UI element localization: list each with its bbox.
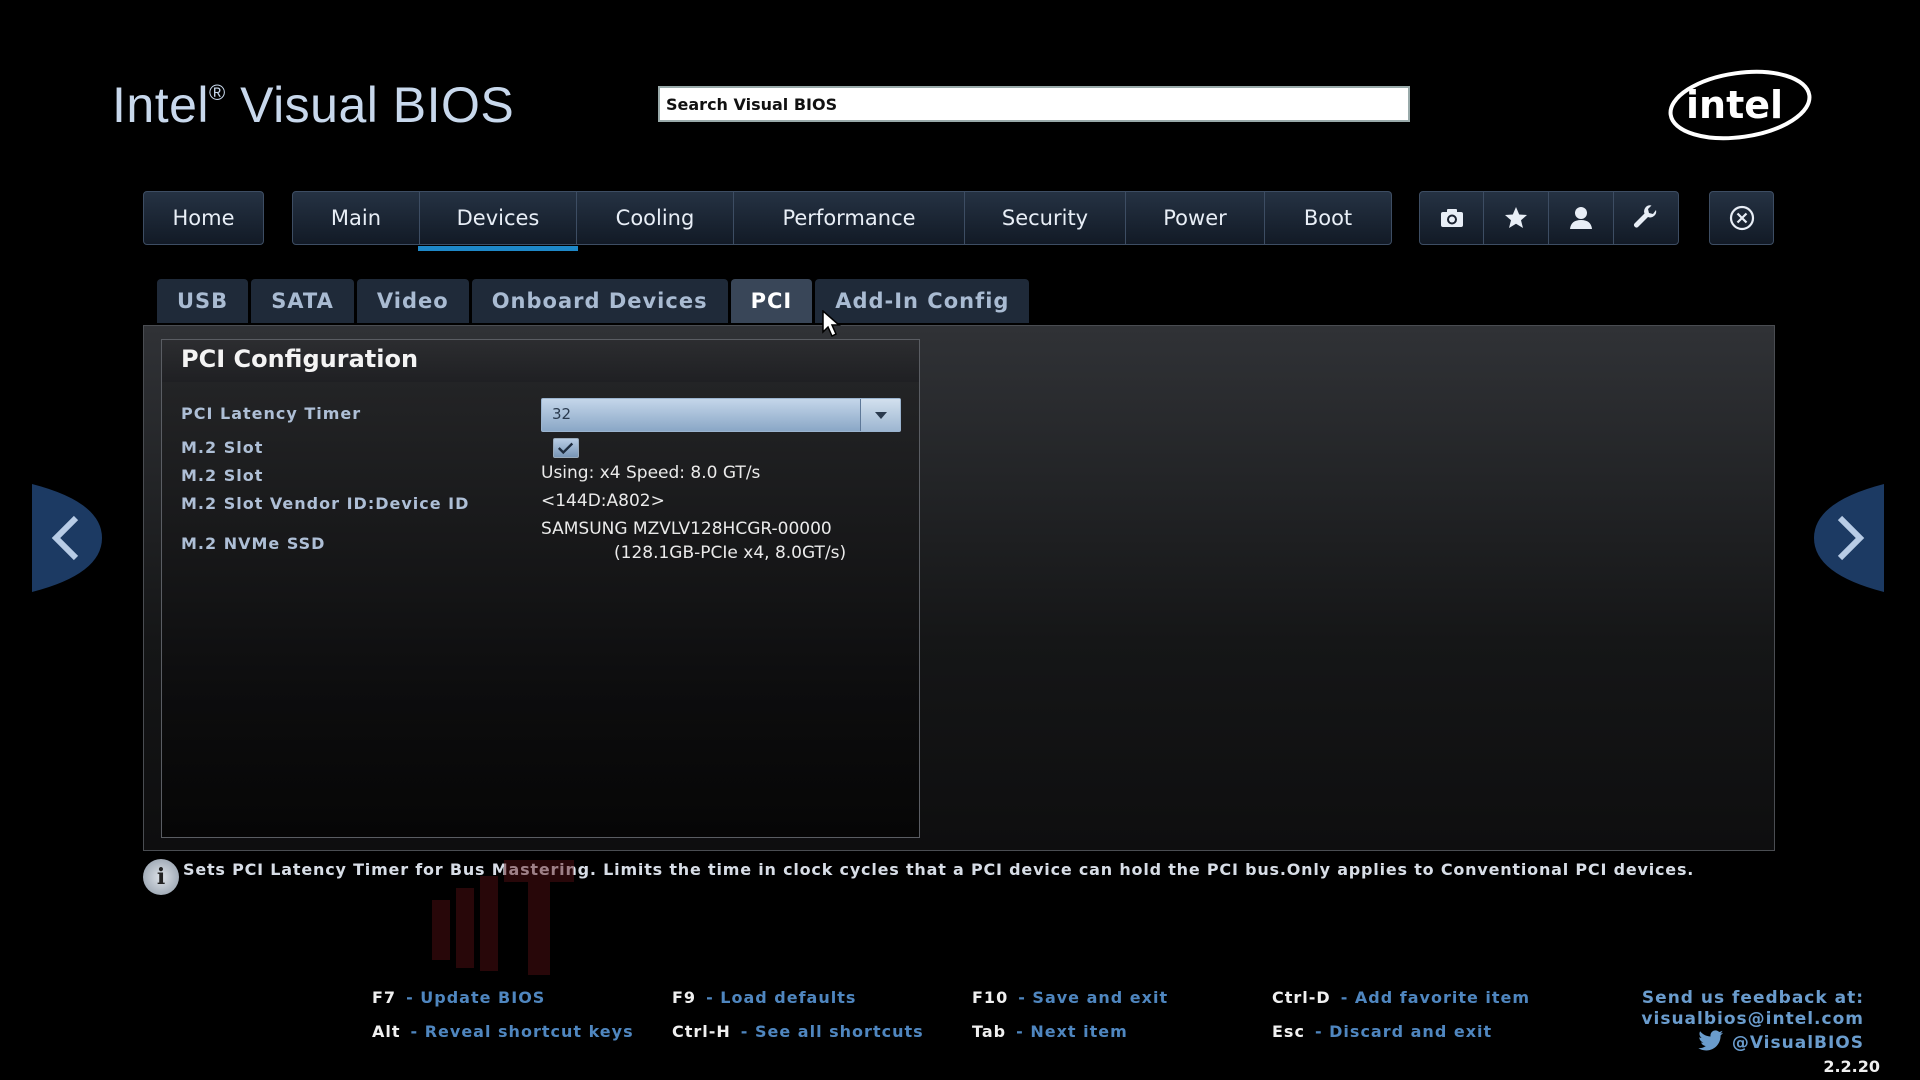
shortcut-desc: - Save and exit bbox=[1018, 988, 1169, 1007]
user-icon bbox=[1570, 207, 1592, 229]
search-input[interactable] bbox=[658, 86, 1410, 122]
nav-tab-cooling[interactable]: Cooling bbox=[577, 191, 734, 245]
shortcut-next-item: Tab - Next item bbox=[972, 1022, 1128, 1041]
nav-tab-boot[interactable]: Boot bbox=[1265, 191, 1392, 245]
subtab-add-in-config[interactable]: Add-In Config bbox=[815, 279, 1030, 323]
m2-nvme-ssd-model: SAMSUNG MZVLV128HCGR-00000 bbox=[541, 519, 832, 539]
twitter-handle-label: @VisualBIOS bbox=[1731, 1033, 1864, 1053]
shortcut-save-exit: F10 - Save and exit bbox=[972, 988, 1168, 1007]
shortcut-key: Esc bbox=[1272, 1022, 1305, 1041]
svg-text:intel: intel bbox=[1686, 83, 1783, 127]
subtab-label: PCI bbox=[750, 289, 793, 313]
nav-tab-label: Boot bbox=[1303, 206, 1353, 230]
star-icon bbox=[1505, 207, 1527, 228]
nav-tab-security[interactable]: Security bbox=[965, 191, 1126, 245]
pci-latency-timer-select[interactable]: 32 bbox=[541, 398, 901, 432]
nav-home[interactable]: Home bbox=[143, 191, 264, 245]
nav-tab-label: Security bbox=[1001, 206, 1089, 230]
m2-vendor-id-label: M.2 Slot Vendor ID:Device ID bbox=[181, 494, 470, 513]
shortcut-desc: - Reveal shortcut keys bbox=[410, 1022, 634, 1041]
mouse-cursor-icon bbox=[822, 310, 841, 338]
pci-configuration-panel: PCI Configuration PCI Latency Timer 32 M… bbox=[161, 339, 920, 838]
shortcut-key: F9 bbox=[672, 988, 697, 1007]
m2-vendor-id-value: <144D:A802> bbox=[541, 491, 665, 511]
shortcut-reveal-keys: Alt - Reveal shortcut keys bbox=[372, 1022, 634, 1041]
screenshot-button[interactable] bbox=[1419, 191, 1484, 245]
version-number: 2.2.20 bbox=[1823, 1057, 1880, 1076]
shortcut-key: Alt bbox=[372, 1022, 401, 1041]
subtab-sata[interactable]: SATA bbox=[251, 279, 354, 323]
subtab-video[interactable]: Video bbox=[356, 279, 469, 323]
info-icon: i bbox=[143, 859, 179, 895]
subtab-label: Add-In Config bbox=[835, 289, 1010, 313]
exit-button[interactable] bbox=[1709, 191, 1774, 245]
nav-tab-main[interactable]: Main bbox=[292, 191, 420, 245]
nav-tab-power[interactable]: Power bbox=[1126, 191, 1265, 245]
checkmark-icon bbox=[557, 442, 574, 455]
subtab-label: SATA bbox=[271, 289, 334, 313]
m2-slot-status-label: M.2 Slot bbox=[181, 466, 264, 485]
nav-home-label: Home bbox=[172, 206, 235, 230]
feedback-email-link[interactable]: visualbios@intel.com bbox=[1641, 1009, 1864, 1030]
sub-tabs: USB SATA Video Onboard Devices PCI Add-I… bbox=[157, 279, 1030, 323]
nav-tab-label: Cooling bbox=[615, 206, 695, 230]
shortcut-desc: - Next item bbox=[1016, 1022, 1128, 1041]
camera-icon bbox=[1440, 209, 1463, 227]
m2-slot-checkbox[interactable] bbox=[553, 438, 579, 458]
shortcut-desc: - Update BIOS bbox=[406, 988, 546, 1007]
shortcut-update-bios: F7 - Update BIOS bbox=[372, 988, 545, 1007]
favorites-button[interactable] bbox=[1484, 191, 1549, 245]
help-text: Sets PCI Latency Timer for Bus Mastering… bbox=[183, 860, 1695, 879]
twitter-handle[interactable]: @VisualBIOS bbox=[1641, 1030, 1864, 1054]
feedback-heading: Send us feedback at: bbox=[1641, 988, 1864, 1008]
shortcut-key: F10 bbox=[972, 988, 1009, 1007]
nav-tab-devices[interactable]: Devices bbox=[418, 191, 578, 251]
shortcut-add-favorite: Ctrl-D - Add favorite item bbox=[1272, 988, 1530, 1007]
shortcut-desc: - Discard and exit bbox=[1314, 1022, 1493, 1041]
shortcut-load-defaults: F9 - Load defaults bbox=[672, 988, 856, 1007]
subtab-label: Video bbox=[376, 289, 449, 313]
tool-buttons bbox=[1419, 191, 1679, 245]
subtab-usb[interactable]: USB bbox=[157, 279, 249, 323]
wrench-icon bbox=[1634, 205, 1657, 228]
settings-button[interactable] bbox=[1614, 191, 1679, 245]
watermark-logo bbox=[432, 860, 574, 975]
main-nav: Main Devices Cooling Performance Securit… bbox=[292, 191, 1392, 251]
nav-tab-label: Performance bbox=[782, 206, 916, 230]
shortcut-discard-exit: Esc - Discard and exit bbox=[1272, 1022, 1492, 1041]
shortcut-see-all: Ctrl-H - See all shortcuts bbox=[672, 1022, 924, 1041]
next-page-arrow[interactable] bbox=[1814, 484, 1884, 592]
shortcut-key: Ctrl-D bbox=[1272, 988, 1331, 1007]
shortcut-key: Ctrl-H bbox=[672, 1022, 731, 1041]
m2-slot-status-value: Using: x4 Speed: 8.0 GT/s bbox=[541, 463, 761, 483]
nav-tab-performance[interactable]: Performance bbox=[734, 191, 965, 245]
user-button[interactable] bbox=[1549, 191, 1614, 245]
subtab-label: Onboard Devices bbox=[491, 289, 708, 313]
twitter-icon bbox=[1698, 1030, 1723, 1051]
subtab-onboard-devices[interactable]: Onboard Devices bbox=[471, 279, 728, 323]
feedback-block: Send us feedback at: visualbios@intel.co… bbox=[1641, 988, 1864, 1054]
shortcut-key: Tab bbox=[972, 1022, 1007, 1041]
shortcut-key: F7 bbox=[372, 988, 397, 1007]
subtab-label: USB bbox=[177, 289, 229, 313]
panel-title: PCI Configuration bbox=[162, 340, 919, 382]
shortcut-desc: - See all shortcuts bbox=[740, 1022, 924, 1041]
shortcut-desc: - Add favorite item bbox=[1340, 988, 1531, 1007]
nav-tab-label: Power bbox=[1163, 206, 1227, 230]
pci-latency-timer-label: PCI Latency Timer bbox=[181, 404, 362, 423]
m2-slot-enable-label: M.2 Slot bbox=[181, 438, 264, 457]
previous-page-arrow[interactable] bbox=[32, 484, 102, 592]
subtab-pci[interactable]: PCI bbox=[730, 279, 813, 323]
chevron-down-icon[interactable] bbox=[860, 399, 900, 431]
nav-tab-label: Main bbox=[330, 206, 382, 230]
close-icon bbox=[1729, 205, 1754, 231]
pci-latency-timer-value: 32 bbox=[552, 405, 572, 423]
shortcut-desc: - Load defaults bbox=[706, 988, 857, 1007]
nav-tab-label: Devices bbox=[456, 206, 540, 230]
m2-nvme-ssd-label: M.2 NVMe SSD bbox=[181, 534, 326, 553]
m2-nvme-ssd-details: (128.1GB-PCIe x4, 8.0GT/s) bbox=[614, 543, 847, 563]
app-title: Intel® Visual BIOS bbox=[112, 77, 515, 133]
intel-logo: intel bbox=[1668, 69, 1812, 141]
